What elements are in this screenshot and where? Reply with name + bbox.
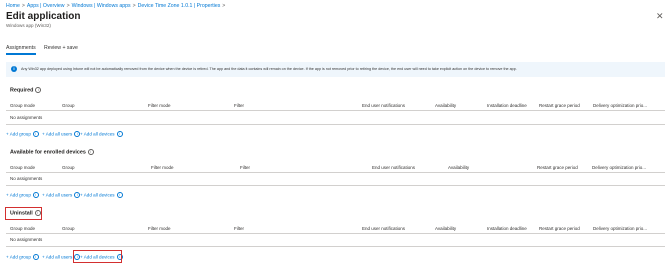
column-header-delivery-optimization[interactable]: Delivery optimization prio...	[593, 103, 647, 108]
link-label: + Add all users	[42, 192, 73, 198]
add-group-link-required[interactable]: + Add group i	[6, 131, 39, 137]
column-header-group[interactable]: Group	[62, 103, 75, 108]
column-header-end-user-notifications[interactable]: End user notifications	[362, 103, 405, 108]
column-header-filter[interactable]: Filter	[234, 226, 244, 231]
link-label: + Add all devices	[80, 131, 115, 137]
table-divider	[6, 110, 665, 111]
link-label: + Add all devices	[80, 192, 115, 198]
column-header-installation-deadline[interactable]: Installation deadline	[487, 103, 527, 108]
column-header-filter[interactable]: Filter	[240, 165, 250, 170]
column-header-restart-grace-period[interactable]: Restart grace period	[539, 103, 580, 108]
add-all-devices-highlight-box	[73, 250, 122, 263]
column-header-group[interactable]: Group	[62, 226, 75, 231]
add-all-users-link-available[interactable]: + Add all users i	[42, 192, 81, 198]
column-header-restart-grace-period[interactable]: Restart grace period	[537, 165, 578, 170]
page-title: Edit application	[6, 11, 81, 22]
breadcrumb-separator: >	[132, 3, 136, 9]
column-header-availability[interactable]: Availability	[435, 226, 456, 231]
breadcrumb-separator: >	[66, 3, 70, 9]
link-label: + Add group	[6, 192, 31, 198]
link-label: + Add group	[6, 254, 31, 260]
empty-state-text: No assignments	[10, 237, 43, 242]
column-header-end-user-notifications[interactable]: End user notifications	[372, 165, 415, 170]
section-title-text: Required	[10, 87, 34, 94]
column-header-group[interactable]: Group	[62, 165, 75, 170]
empty-state-text: No assignments	[10, 115, 43, 120]
section-title-available: Available for enrolled devices i	[10, 149, 94, 156]
tab-review-save[interactable]: Review + save	[44, 45, 78, 51]
breadcrumb-separator: >	[21, 3, 25, 9]
column-header-delivery-optimization[interactable]: Delivery optimization prio...	[592, 165, 646, 170]
column-header-filter-mode[interactable]: Filter mode	[148, 103, 171, 108]
help-icon[interactable]: i	[116, 131, 123, 137]
section-title-text: Available for enrolled devices	[10, 149, 86, 156]
column-header-filter[interactable]: Filter	[234, 103, 244, 108]
table-divider	[6, 246, 665, 247]
help-icon[interactable]: i	[116, 192, 123, 198]
column-header-end-user-notifications[interactable]: End user notifications	[362, 226, 405, 231]
add-group-link-available[interactable]: + Add group i	[6, 192, 39, 198]
link-label: + Add all users	[42, 254, 73, 260]
table-divider	[6, 185, 665, 186]
column-header-delivery-optimization[interactable]: Delivery optimization prio...	[593, 226, 647, 231]
table-divider	[6, 124, 665, 125]
help-icon[interactable]: i	[35, 87, 42, 93]
column-header-availability[interactable]: Availability	[435, 103, 456, 108]
breadcrumb-apps-overview[interactable]: Apps | Overview	[27, 3, 65, 9]
breadcrumb: Home > Apps | Overview > Windows | Windows a…	[6, 3, 227, 9]
info-banner-text: Any Win32 app deployed using Intune will…	[21, 67, 517, 71]
more-options-icon[interactable]: ···	[71, 11, 81, 20]
column-header-filter-mode[interactable]: Filter mode	[151, 165, 174, 170]
add-group-link-uninstall[interactable]: + Add group i	[6, 254, 39, 260]
active-tab-indicator	[6, 53, 36, 55]
column-header-availability[interactable]: Availability	[448, 165, 469, 170]
column-header-group-mode[interactable]: Group mode	[10, 103, 35, 108]
tab-assignments[interactable]: Assignments	[6, 45, 36, 51]
add-all-devices-link-required[interactable]: + Add all devices i	[80, 131, 123, 137]
info-icon: i	[11, 66, 17, 72]
breadcrumb-home[interactable]: Home	[6, 3, 20, 9]
uninstall-highlight-box	[5, 207, 42, 220]
section-title-required: Required i	[10, 87, 42, 94]
help-icon[interactable]: i	[32, 254, 39, 260]
add-all-users-link-required[interactable]: + Add all users i	[42, 131, 81, 137]
help-icon[interactable]: i	[87, 149, 94, 155]
page-subtitle: Windows app (Win32)	[6, 23, 51, 28]
help-icon[interactable]: i	[32, 192, 39, 198]
link-label: + Add group	[6, 131, 31, 137]
help-icon[interactable]: i	[32, 131, 39, 137]
column-header-group-mode[interactable]: Group mode	[10, 226, 35, 231]
breadcrumb-separator: >	[222, 3, 226, 9]
column-header-restart-grace-period[interactable]: Restart grace period	[539, 226, 580, 231]
add-all-devices-link-available[interactable]: + Add all devices i	[80, 192, 123, 198]
column-header-group-mode[interactable]: Group mode	[10, 165, 35, 170]
table-divider	[6, 172, 665, 173]
breadcrumb-windows-apps[interactable]: Windows | Windows apps	[72, 3, 131, 9]
column-header-filter-mode[interactable]: Filter mode	[148, 226, 171, 231]
table-divider	[6, 233, 665, 234]
breadcrumb-app-properties[interactable]: Device Time Zone 1.0.1 | Properties	[138, 3, 221, 9]
close-icon[interactable]: ✕	[656, 11, 664, 22]
link-label: + Add all users	[42, 131, 73, 137]
empty-state-text: No assignments	[10, 176, 43, 181]
column-header-installation-deadline[interactable]: Installation deadline	[487, 226, 527, 231]
